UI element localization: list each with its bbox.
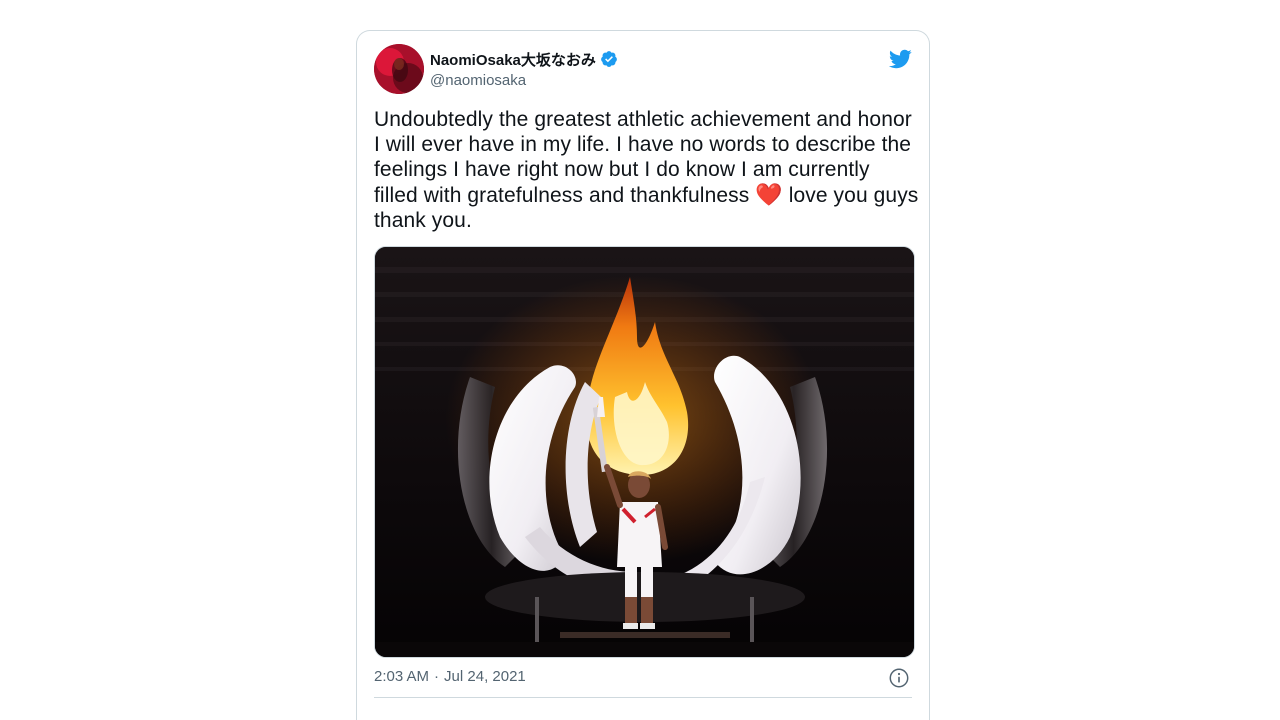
author-handle[interactable]: @naomiosaka <box>430 72 526 89</box>
verified-badge-icon <box>600 50 618 68</box>
tweet-media-photo[interactable] <box>374 246 915 658</box>
avatar[interactable] <box>374 44 424 94</box>
info-icon[interactable] <box>888 667 910 689</box>
tweet-text: Undoubtedly the greatest athletic achiev… <box>374 107 919 233</box>
tweet-date[interactable]: Jul 24, 2021 <box>444 668 526 685</box>
divider <box>374 697 912 698</box>
author-name-row[interactable]: NaomiOsaka大坂なおみ <box>430 49 618 69</box>
tweet-card: NaomiOsaka大坂なおみ @naomiosaka Undoubtedly … <box>356 30 930 720</box>
tweet-time[interactable]: 2:03 AM <box>374 668 429 685</box>
twitter-bird-icon[interactable] <box>888 47 912 71</box>
red-heart-emoji: ❤️ <box>755 182 783 207</box>
meta-separator: · <box>434 668 440 685</box>
author-display-name[interactable]: NaomiOsaka大坂なおみ <box>430 49 596 70</box>
tweet-timestamp[interactable]: 2:03 AM · Jul 24, 2021 <box>374 668 526 685</box>
